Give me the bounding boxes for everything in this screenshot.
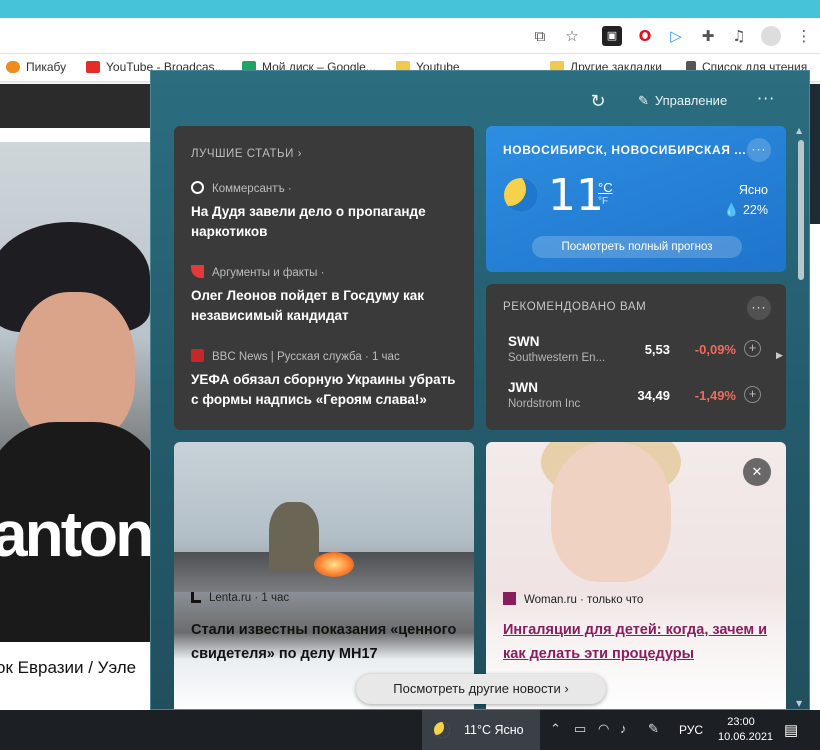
pencil-icon: ✎ bbox=[638, 93, 649, 108]
tab-bar bbox=[0, 0, 820, 18]
news-interests-panel: ↻ ✎ Управление ··· ЛУЧШИЕ СТАТЬИ › Коммер… bbox=[150, 70, 810, 710]
droplet-icon: 💧 bbox=[723, 203, 740, 217]
scroll-down-icon[interactable]: ▼ bbox=[796, 699, 802, 708]
news-title[interactable]: Ингаляции для детей: когда, зачем и как … bbox=[503, 618, 773, 666]
browser-toolbar: ⧉ ☆ ▣ O ▷ ✚ ♫ ⋮ bbox=[0, 18, 820, 54]
youtube-page: antoni ок Евразии / Уэле bbox=[0, 128, 150, 710]
wifi-icon[interactable]: ◠ bbox=[598, 721, 609, 737]
story-item[interactable]: BBC News | Русская служба · 1 час УЕФА о… bbox=[191, 349, 461, 410]
manage-button[interactable]: ✎ Управление bbox=[638, 93, 727, 109]
pen-icon[interactable]: ✎ bbox=[648, 721, 659, 737]
panel-header: ↻ ✎ Управление ··· bbox=[151, 71, 809, 125]
news-title[interactable]: Стали известны показания «ценного свидет… bbox=[191, 618, 461, 666]
news-image bbox=[551, 442, 671, 582]
battery-icon[interactable]: ▭ bbox=[574, 721, 586, 737]
video-title[interactable]: ок Евразии / Уэле bbox=[0, 658, 136, 678]
weather-location: НОВОСИБИРСК, НОВОСИБИРСКАЯ ... bbox=[503, 143, 747, 157]
recommended-header: РЕКОМЕНДОВАНО ВАМ bbox=[503, 301, 647, 313]
carousel-next-icon[interactable]: ▶ bbox=[776, 351, 783, 361]
woman-ru-icon bbox=[503, 592, 516, 605]
add-stock-icon[interactable]: + bbox=[744, 340, 761, 357]
taskbar: 11°C Ясно ⌃ ▭ ◠ ♪ ✎ РУС 23:00 10.06.2021… bbox=[0, 710, 820, 750]
pikabu-icon bbox=[6, 61, 20, 73]
story-item[interactable]: Аргументы и факты · Олег Леонов пойдет в… bbox=[191, 265, 461, 326]
browser-tabstrip bbox=[0, 0, 820, 18]
page-header-bar bbox=[0, 84, 150, 128]
lenta-icon bbox=[191, 592, 201, 603]
weather-condition: Ясно bbox=[738, 183, 768, 197]
news-image bbox=[269, 502, 319, 572]
panel-scrollbar[interactable]: ▲ ▼ bbox=[794, 126, 808, 709]
weather-card[interactable]: НОВОСИБИРСК, НОВОСИБИРСКАЯ ... ··· 11 °C… bbox=[486, 126, 786, 272]
moon-icon bbox=[434, 722, 450, 738]
temp-units: °C °F bbox=[598, 181, 613, 209]
language-indicator[interactable]: РУС bbox=[679, 723, 703, 737]
puzzle-icon[interactable]: ✚ bbox=[698, 26, 718, 46]
open-external-icon[interactable]: ⧉ bbox=[530, 26, 550, 46]
news-card[interactable]: ✕ Woman.ru · только что Ингаляции для де… bbox=[486, 442, 786, 709]
weather-humidity: 💧 22% bbox=[723, 203, 768, 217]
chevron-right-icon: › bbox=[564, 681, 569, 696]
news-image bbox=[314, 552, 354, 577]
full-forecast-button[interactable]: Посмотреть полный прогноз bbox=[532, 236, 742, 258]
page-right-dark bbox=[810, 84, 820, 224]
video-watermark: antoni bbox=[0, 498, 150, 570]
clock[interactable]: 23:00 10.06.2021 bbox=[718, 715, 773, 745]
scroll-thumb[interactable] bbox=[798, 140, 804, 280]
weather-temperature: 11 bbox=[548, 170, 604, 221]
recommended-more-icon[interactable]: ··· bbox=[747, 296, 771, 320]
stock-row[interactable]: SWN Southwestern En... 5,53 -0,09% + bbox=[508, 334, 778, 372]
unit-fahrenheit[interactable]: °F bbox=[598, 195, 613, 209]
weather-more-icon[interactable]: ··· bbox=[747, 138, 771, 162]
video-player[interactable]: antoni bbox=[0, 142, 150, 642]
bbc-icon bbox=[191, 349, 204, 362]
moon-icon bbox=[504, 178, 538, 212]
video-figure bbox=[15, 292, 135, 442]
notification-icon[interactable]: ▤ bbox=[784, 721, 798, 739]
kommersant-icon bbox=[191, 181, 204, 194]
chevron-right-icon: › bbox=[297, 148, 302, 160]
add-stock-icon[interactable]: + bbox=[744, 386, 761, 403]
unit-celsius[interactable]: °C bbox=[598, 181, 613, 195]
menu-dots-icon[interactable]: ⋮ bbox=[794, 26, 814, 46]
story-item[interactable]: Коммерсантъ · На Дудя завели дело о проп… bbox=[191, 181, 461, 242]
top-stories-card: ЛУЧШИЕ СТАТЬИ › Коммерсантъ · На Дудя за… bbox=[174, 126, 474, 430]
refresh-icon[interactable]: ↻ bbox=[587, 91, 609, 113]
taskbar-weather-button[interactable]: 11°C Ясно bbox=[422, 710, 540, 750]
opera-extension-icon[interactable]: O bbox=[635, 26, 655, 46]
play-extension-icon[interactable]: ▷ bbox=[666, 26, 686, 46]
top-stories-header[interactable]: ЛУЧШИЕ СТАТЬИ › bbox=[191, 148, 302, 160]
aif-icon bbox=[191, 265, 204, 278]
recommended-card: РЕКОМЕНДОВАНО ВАМ ··· SWN Southwestern E… bbox=[486, 284, 786, 430]
chevron-up-icon[interactable]: ⌃ bbox=[550, 721, 561, 737]
more-news-button[interactable]: Посмотреть другие новости › bbox=[356, 674, 606, 704]
bookmark-star-icon[interactable]: ☆ bbox=[562, 26, 582, 46]
close-icon[interactable]: ✕ bbox=[743, 458, 771, 486]
volume-icon[interactable]: ♪ bbox=[620, 721, 627, 736]
scroll-up-icon[interactable]: ▲ bbox=[796, 126, 802, 135]
youtube-icon bbox=[86, 61, 100, 73]
bookmark-pikabu[interactable]: Пикабу bbox=[6, 60, 66, 74]
profile-avatar[interactable] bbox=[761, 26, 781, 46]
more-options-icon[interactable]: ··· bbox=[757, 89, 775, 108]
stock-row[interactable]: JWN Nordstrom Inc 34,49 -1,49% + bbox=[508, 380, 778, 418]
page-right-edge bbox=[810, 84, 820, 710]
news-card[interactable]: Lenta.ru · 1 час Стали известны показани… bbox=[174, 442, 474, 709]
extension-icon[interactable]: ▣ bbox=[602, 26, 622, 46]
media-control-icon[interactable]: ♫ bbox=[729, 26, 749, 46]
